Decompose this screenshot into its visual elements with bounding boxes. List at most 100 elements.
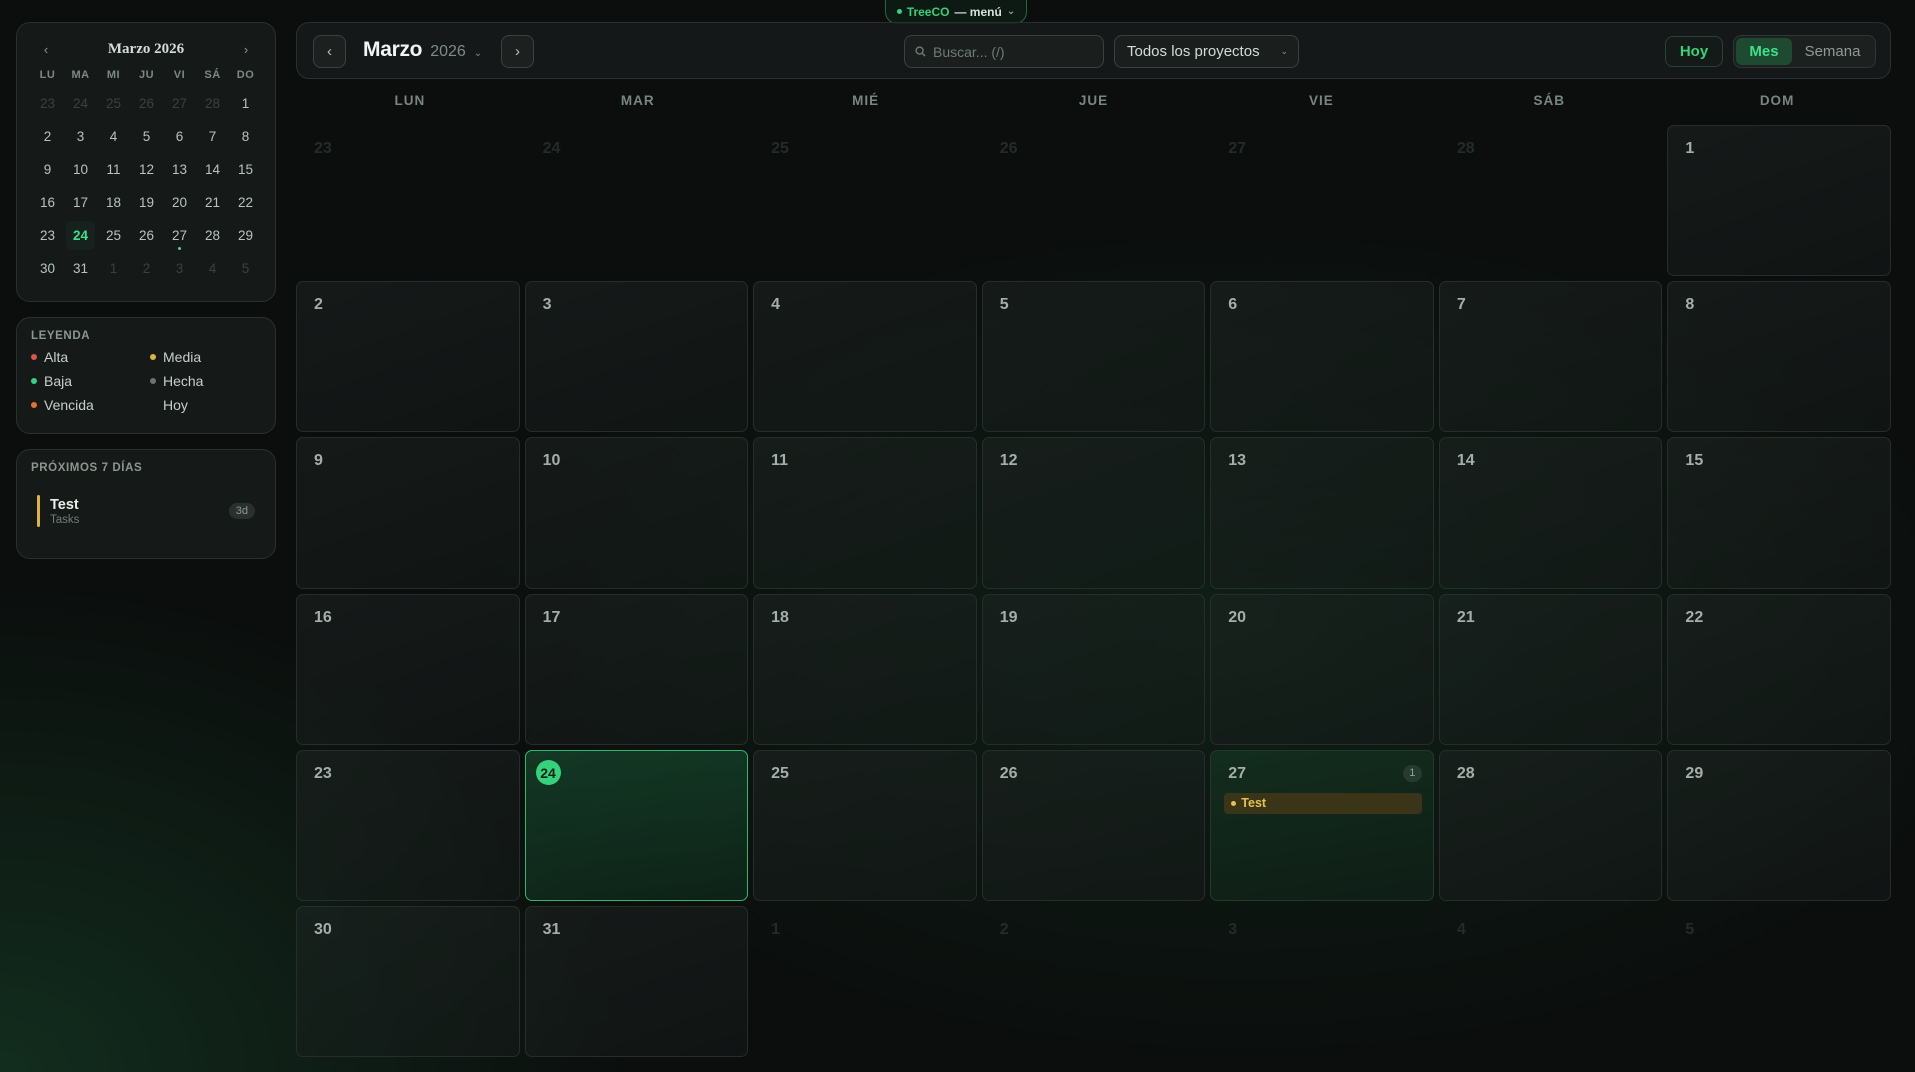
day-cell[interactable]: 21 bbox=[1438, 593, 1663, 745]
day-cell[interactable]: 2 bbox=[296, 281, 520, 433]
mini-day[interactable]: 2 bbox=[130, 252, 163, 285]
mini-day[interactable]: 1 bbox=[97, 252, 130, 285]
next-month-button[interactable]: › bbox=[501, 35, 534, 68]
search-input[interactable] bbox=[933, 43, 1083, 60]
day-cell[interactable]: 9 bbox=[296, 437, 520, 589]
day-cell[interactable]: 16 bbox=[296, 593, 520, 745]
mini-day[interactable]: 21 bbox=[196, 186, 229, 219]
month-year-selector[interactable]: Marzo 2026 ⌄ bbox=[363, 38, 482, 62]
day-cell[interactable]: 28 bbox=[1438, 749, 1663, 901]
day-cell[interactable]: 5 bbox=[981, 281, 1206, 433]
day-cell[interactable]: 18 bbox=[753, 593, 977, 745]
mini-day[interactable]: 25 bbox=[97, 87, 130, 120]
day-cell[interactable]: 7 bbox=[1438, 281, 1663, 433]
mini-day[interactable]: 16 bbox=[31, 186, 64, 219]
day-cell[interactable]: 25 bbox=[753, 125, 977, 276]
mini-day[interactable]: 23 bbox=[31, 87, 64, 120]
mini-day[interactable]: 28 bbox=[196, 87, 229, 120]
search-box[interactable] bbox=[904, 35, 1104, 68]
mini-day[interactable]: 20 bbox=[163, 186, 196, 219]
day-cell[interactable]: 11 bbox=[753, 437, 977, 589]
view-week-button[interactable]: Semana bbox=[1792, 38, 1873, 65]
day-cell[interactable]: 2 bbox=[982, 906, 1206, 1057]
day-cell[interactable]: 13 bbox=[1210, 437, 1434, 589]
day-cell[interactable]: 15 bbox=[1667, 437, 1891, 589]
mini-day-number: 2 bbox=[142, 261, 151, 276]
upcoming-item[interactable]: Test Tasks 3d bbox=[31, 494, 261, 528]
view-month-button[interactable]: Mes bbox=[1736, 38, 1792, 65]
day-cell[interactable]: 17 bbox=[524, 593, 749, 745]
day-cell[interactable]: 5 bbox=[1667, 906, 1891, 1057]
project-filter-select[interactable]: Todos los proyectos ⌄ bbox=[1114, 35, 1299, 68]
day-cell[interactable]: 28 bbox=[1439, 125, 1663, 276]
day-cell[interactable]: 25 bbox=[753, 749, 977, 901]
day-number: 22 bbox=[1685, 608, 1704, 626]
day-cell[interactable]: 4 bbox=[1439, 906, 1663, 1057]
mini-day[interactable]: 27 bbox=[163, 219, 196, 252]
mini-day[interactable]: 31 bbox=[64, 252, 97, 285]
mini-day[interactable]: 5 bbox=[130, 120, 163, 153]
mini-day[interactable]: 24 bbox=[64, 87, 97, 120]
day-cell[interactable]: 3 bbox=[1210, 906, 1434, 1057]
mini-day[interactable]: 7 bbox=[196, 120, 229, 153]
mini-day[interactable]: 1 bbox=[229, 87, 262, 120]
mini-day[interactable]: 15 bbox=[229, 153, 262, 186]
day-cell[interactable]: 29 bbox=[1667, 749, 1891, 901]
mini-day[interactable]: 3 bbox=[64, 120, 97, 153]
mini-day[interactable]: 23 bbox=[31, 219, 64, 252]
mini-day[interactable]: 29 bbox=[229, 219, 262, 252]
mini-next-month-button[interactable]: › bbox=[237, 42, 255, 57]
mini-day[interactable]: 17 bbox=[64, 186, 97, 219]
mini-day[interactable]: 14 bbox=[196, 153, 229, 186]
mini-day[interactable]: 6 bbox=[163, 120, 196, 153]
day-cell[interactable]: 23 bbox=[296, 125, 520, 276]
mini-day-today[interactable]: 24 bbox=[64, 219, 97, 252]
day-cell[interactable]: 22 bbox=[1667, 593, 1891, 745]
mini-day[interactable]: 26 bbox=[130, 87, 163, 120]
mini-day[interactable]: 2 bbox=[31, 120, 64, 153]
mini-day[interactable]: 9 bbox=[31, 153, 64, 186]
day-cell[interactable]: 12 bbox=[981, 437, 1206, 589]
day-cell[interactable]: 6 bbox=[1210, 281, 1434, 433]
mini-day[interactable]: 22 bbox=[229, 186, 262, 219]
day-cell[interactable]: 19 bbox=[981, 593, 1206, 745]
mini-day[interactable]: 11 bbox=[97, 153, 130, 186]
day-cell[interactable]: 26 bbox=[981, 749, 1206, 901]
day-cell[interactable]: 26 bbox=[982, 125, 1206, 276]
day-cell[interactable]: 1 bbox=[1667, 125, 1891, 277]
app-menu-button[interactable]: TreeCO — menú ⌄ bbox=[885, 0, 1027, 24]
day-cell[interactable]: 31 bbox=[524, 905, 749, 1057]
mini-day[interactable]: 18 bbox=[97, 186, 130, 219]
today-button[interactable]: Hoy bbox=[1665, 36, 1723, 67]
day-cell[interactable]: 27 1 Test bbox=[1210, 749, 1434, 901]
day-cell[interactable]: 30 bbox=[296, 905, 520, 1057]
mini-day[interactable]: 28 bbox=[196, 219, 229, 252]
mini-day[interactable]: 13 bbox=[163, 153, 196, 186]
mini-day[interactable]: 3 bbox=[163, 252, 196, 285]
day-cell[interactable]: 24 bbox=[525, 125, 749, 276]
day-cell[interactable]: 10 bbox=[524, 437, 749, 589]
day-cell[interactable]: 4 bbox=[753, 281, 977, 433]
day-cell[interactable]: 1 bbox=[753, 906, 977, 1057]
mini-day[interactable]: 4 bbox=[196, 252, 229, 285]
day-cell[interactable]: 20 bbox=[1210, 593, 1434, 745]
mini-day[interactable]: 8 bbox=[229, 120, 262, 153]
mini-day[interactable]: 10 bbox=[64, 153, 97, 186]
mini-day[interactable]: 5 bbox=[229, 252, 262, 285]
day-cell[interactable]: 23 bbox=[296, 749, 520, 901]
mini-day[interactable]: 19 bbox=[130, 186, 163, 219]
prev-month-button[interactable]: ‹ bbox=[313, 35, 346, 68]
mini-day[interactable]: 4 bbox=[97, 120, 130, 153]
mini-day[interactable]: 30 bbox=[31, 252, 64, 285]
mini-day[interactable]: 12 bbox=[130, 153, 163, 186]
day-cell[interactable]: 3 bbox=[524, 281, 749, 433]
mini-day[interactable]: 25 bbox=[97, 219, 130, 252]
mini-prev-month-button[interactable]: ‹ bbox=[37, 42, 55, 57]
event-pill[interactable]: Test bbox=[1224, 792, 1422, 814]
day-cell[interactable]: 27 bbox=[1210, 125, 1434, 276]
mini-day[interactable]: 26 bbox=[130, 219, 163, 252]
day-cell[interactable]: 14 bbox=[1438, 437, 1663, 589]
day-cell[interactable]: 8 bbox=[1667, 281, 1891, 433]
mini-day[interactable]: 27 bbox=[163, 87, 196, 120]
day-cell-today[interactable]: 24 bbox=[524, 749, 749, 901]
